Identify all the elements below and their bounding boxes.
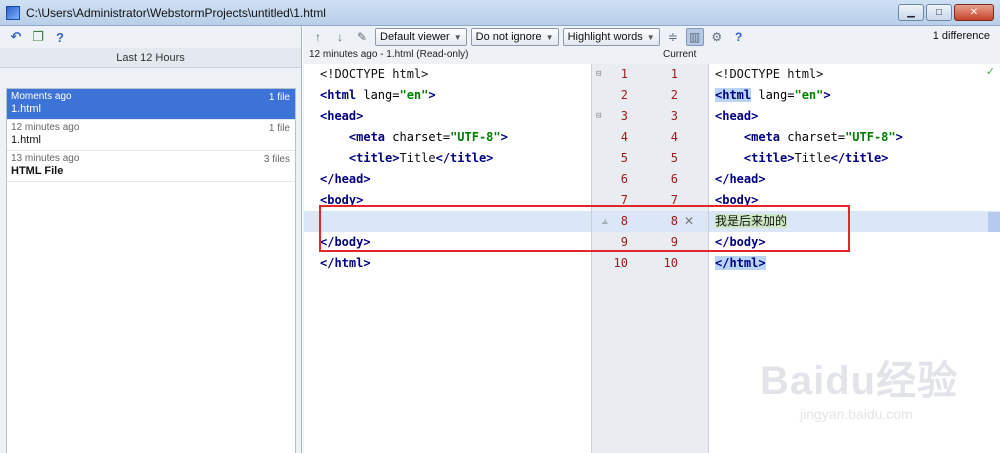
- highlight-select-value: Highlight words: [567, 31, 643, 43]
- revision-name: 1.html: [11, 134, 41, 146]
- revision-time: Moments ago: [11, 91, 72, 102]
- revert-change-icon[interactable]: ✕: [684, 211, 694, 232]
- revision-item[interactable]: Moments ago 1 file 1.html: [7, 89, 295, 120]
- group-header: Last 12 Hours: [0, 48, 301, 68]
- code-line: <!DOCTYPE html>: [709, 64, 1000, 85]
- previous-diff-icon[interactable]: ↑: [309, 28, 327, 46]
- revision-count: 1 file: [268, 123, 290, 134]
- collapse-unchanged-icon[interactable]: ≑: [664, 28, 682, 46]
- next-diff-icon[interactable]: ↓: [331, 28, 349, 46]
- gutter-line: ⊟ 3 3: [596, 109, 678, 123]
- code-line: <title>Title</title>: [348, 151, 494, 165]
- code-text: <!DOCTYPE html>: [715, 67, 824, 81]
- code-line: <html lang="en">: [320, 88, 436, 102]
- code-line: <!DOCTYPE html>: [304, 64, 591, 85]
- code-line: </body>: [320, 235, 371, 249]
- revision-name: HTML File: [11, 165, 64, 177]
- viewer-select[interactable]: Default viewer ▼: [375, 28, 467, 46]
- revision-time: 13 minutes ago: [11, 153, 80, 164]
- code-line: </html>: [320, 256, 371, 270]
- code-line: </html>: [715, 256, 766, 270]
- code-line: <html lang="en">: [715, 88, 831, 102]
- revision-count: 3 files: [263, 154, 290, 165]
- copy-icon[interactable]: ❐: [30, 29, 46, 45]
- maximize-button[interactable]: □: [926, 4, 952, 21]
- code-line: <head>: [715, 109, 759, 123]
- code-line: <title>Title</title>: [743, 151, 889, 165]
- code-text: <!DOCTYPE html>: [320, 67, 429, 81]
- chevron-down-icon: ▼: [453, 32, 462, 42]
- gutter-line: ⊟ 1 1: [596, 67, 678, 81]
- right-editor[interactable]: <!DOCTYPE html> <html lang="en"> <head> …: [709, 64, 1000, 453]
- app-icon: [6, 5, 20, 20]
- chevron-down-icon: ▼: [646, 32, 655, 42]
- gutter-line: 22: [620, 88, 678, 102]
- gear-icon[interactable]: ⚙: [708, 28, 726, 46]
- editor-headers: 12 minutes ago - 1.html (Read-only) Curr…: [303, 48, 1000, 64]
- difference-count: 1 difference: [932, 30, 990, 42]
- chevron-down-icon: ▼: [545, 32, 554, 42]
- revision-time: 12 minutes ago: [11, 122, 80, 133]
- ignore-select[interactable]: Do not ignore ▼: [470, 28, 559, 46]
- code-line: </head>: [320, 172, 371, 186]
- help-icon[interactable]: ?: [730, 28, 748, 46]
- gutter-line: 99: [620, 235, 678, 249]
- sync-scroll-icon[interactable]: ▥: [685, 28, 704, 46]
- gutter-line: 44: [620, 130, 678, 144]
- line-number-gutter: ⊟ 1 1 22 ⊟ 3 3 44 55 66 77 ⫨ 8 8 ✕ 99 10 10: [591, 64, 709, 453]
- revision-name: 1.html: [11, 103, 41, 115]
- change-scroll-marker[interactable]: [988, 212, 1000, 232]
- apply-change-icon[interactable]: ⫨: [602, 211, 608, 232]
- revision-item[interactable]: 13 minutes ago 3 files HTML File: [7, 151, 295, 182]
- gutter-line-changed: ⫨ 8 8 ✕: [592, 211, 708, 232]
- title-bar: C:\Users\Administrator\WebstormProjects\…: [0, 0, 1000, 26]
- revision-panel: ↶ ❐ ? Last 12 Hours Moments ago 1 file 1…: [0, 26, 302, 453]
- viewer-select-value: Default viewer: [380, 31, 450, 43]
- revision-count: 1 file: [268, 92, 290, 103]
- edit-source-icon[interactable]: ✎: [353, 28, 371, 46]
- left-editor[interactable]: <!DOCTYPE html> <html lang="en"> <head> …: [304, 64, 591, 453]
- right-editor-title: Current: [663, 49, 697, 60]
- diff-toolbar: ↑ ↓ ✎ Default viewer ▼ Do not ignore ▼ H…: [303, 26, 1000, 48]
- highlight-select[interactable]: Highlight words ▼: [562, 28, 660, 46]
- code-line: </head>: [715, 172, 766, 186]
- code-line: <meta charset="UTF-8">: [348, 130, 508, 144]
- code-line-added: 我是后来加的: [709, 211, 1000, 232]
- check-icon: ✓: [986, 64, 994, 78]
- code-line: </body>: [715, 235, 766, 249]
- left-editor-title: 12 minutes ago - 1.html (Read-only): [309, 49, 469, 60]
- code-line: <meta charset="UTF-8">: [743, 130, 903, 144]
- revision-item[interactable]: 12 minutes ago 1 file 1.html: [7, 120, 295, 151]
- revision-list: Moments ago 1 file 1.html 12 minutes ago…: [6, 88, 296, 453]
- diff-panel: ↑ ↓ ✎ Default viewer ▼ Do not ignore ▼ H…: [303, 26, 1000, 453]
- window-title: C:\Users\Administrator\WebstormProjects\…: [26, 5, 326, 20]
- close-button[interactable]: ✕: [954, 4, 994, 21]
- revision-toolbar: ↶ ❐ ?: [0, 26, 301, 48]
- gutter-line: 55: [620, 151, 678, 165]
- ignore-select-value: Do not ignore: [475, 31, 542, 43]
- minimize-button[interactable]: ▁: [898, 4, 924, 21]
- revert-icon[interactable]: ↶: [8, 29, 24, 45]
- added-text: 我是后来加的: [715, 214, 788, 228]
- window-controls: ▁ □ ✕: [898, 4, 994, 21]
- gutter-line: 10 10: [613, 256, 678, 270]
- help-icon[interactable]: ?: [52, 29, 68, 45]
- code-line: <head>: [320, 109, 364, 123]
- code-line: <body>: [715, 193, 759, 207]
- gutter-line: 66: [620, 172, 678, 186]
- code-line-changed: [304, 211, 591, 232]
- code-line: <body>: [320, 193, 364, 207]
- gutter-line: 77: [620, 193, 678, 207]
